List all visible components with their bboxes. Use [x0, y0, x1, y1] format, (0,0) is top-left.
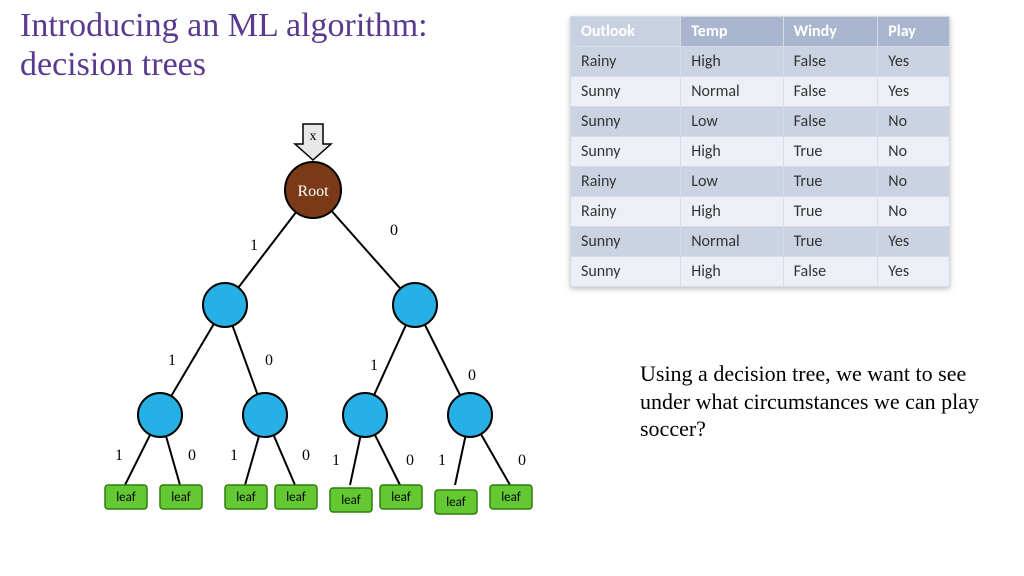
edge-label: 0	[390, 222, 398, 239]
leaf-node: leaf	[225, 485, 267, 509]
edge-label: 1	[438, 452, 446, 469]
edge-label: 1	[230, 447, 238, 464]
edge-label: 1	[250, 237, 258, 254]
table-row: SunnyNormalTrueYes	[571, 227, 950, 257]
title-line-1: Introducing an ML algorithm:	[20, 7, 428, 44]
inner-node	[343, 393, 387, 437]
root-label: Root	[297, 183, 329, 200]
leaf-node: leaf	[380, 485, 422, 509]
svg-text:leaf: leaf	[171, 490, 191, 505]
edge-label: 1	[332, 452, 340, 469]
leaf-node: leaf	[330, 488, 372, 512]
col-header-outlook: Outlook	[571, 17, 681, 47]
table-header-row: Outlook Temp Windy Play	[571, 17, 950, 47]
slide-caption: Using a decision tree, we want to see un…	[640, 360, 980, 443]
edge-label: 1	[115, 447, 123, 464]
table-row: RainyLowTrueNo	[571, 167, 950, 197]
inner-node	[448, 393, 492, 437]
svg-text:leaf: leaf	[116, 490, 136, 505]
table-row: SunnyLowFalseNo	[571, 107, 950, 137]
svg-text:leaf: leaf	[446, 495, 466, 510]
edge-label: 0	[406, 452, 414, 469]
edge-label: 1	[168, 352, 176, 369]
edge-label: 0	[188, 447, 196, 464]
col-header-windy: Windy	[783, 17, 878, 47]
col-header-play: Play	[878, 17, 950, 47]
input-label: x	[310, 129, 317, 144]
leaf-node: leaf	[435, 490, 477, 514]
svg-text:leaf: leaf	[286, 490, 306, 505]
edge-label: 0	[518, 452, 526, 469]
edge-label: 0	[265, 352, 273, 369]
leaf-node: leaf	[105, 485, 147, 509]
inner-node	[393, 283, 437, 327]
svg-text:leaf: leaf	[501, 490, 521, 505]
input-arrow-icon: x	[295, 124, 331, 160]
slide-title: Introducing an ML algorithm: decision tr…	[20, 6, 428, 84]
leaf-node: leaf	[160, 485, 202, 509]
leaf-node: leaf	[490, 485, 532, 509]
table-row: SunnyHighTrueNo	[571, 137, 950, 167]
edge-label: 0	[468, 367, 476, 384]
inner-node	[138, 393, 182, 437]
leaf-node: leaf	[275, 485, 317, 509]
table-row: SunnyHighFalseYes	[571, 257, 950, 287]
inner-node	[243, 393, 287, 437]
col-header-temp: Temp	[681, 17, 783, 47]
svg-text:leaf: leaf	[391, 490, 411, 505]
title-line-2: decision trees	[20, 46, 206, 83]
edge-label: 1	[370, 357, 378, 374]
table-row: RainyHighTrueNo	[571, 197, 950, 227]
weather-play-table: Outlook Temp Windy Play RainyHighFalseYe…	[570, 16, 950, 287]
svg-text:leaf: leaf	[341, 493, 361, 508]
decision-tree-diagram: x 1 0 1 0 1 0 1 0 1 0 1	[70, 120, 570, 540]
svg-text:leaf: leaf	[236, 490, 256, 505]
table-row: SunnyNormalFalseYes	[571, 77, 950, 107]
inner-node	[203, 283, 247, 327]
table-row: RainyHighFalseYes	[571, 47, 950, 77]
edge-label: 0	[302, 447, 310, 464]
